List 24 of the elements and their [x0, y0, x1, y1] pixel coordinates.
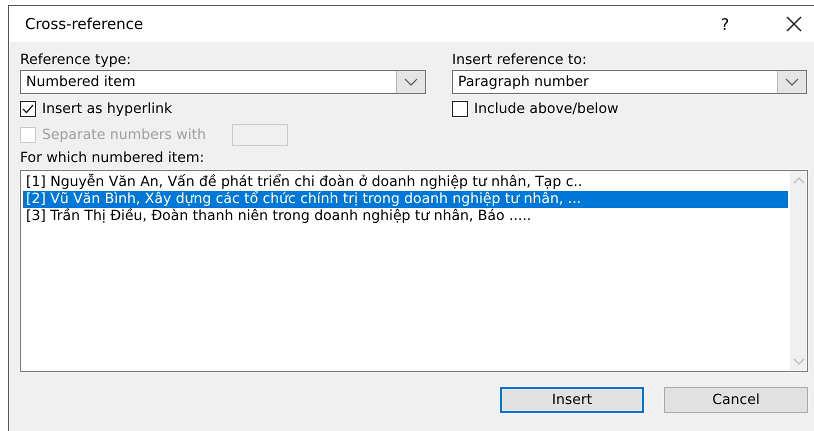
insert-reference-dropdown[interactable]: Paragraph number	[452, 70, 807, 94]
chevron-down-icon	[785, 78, 799, 86]
checkbox-label: Insert as hyperlink	[42, 101, 172, 117]
include-above-below-checkbox[interactable]	[452, 101, 468, 117]
list-item[interactable]: [3] Trần Thị Điều, Đoàn thanh niên trong doanh nghiệp tư nhân, Báo .....	[23, 208, 788, 225]
chevron-down-icon	[404, 78, 418, 86]
window-title: Cross-reference	[25, 15, 144, 33]
hyperlink-checkbox[interactable]	[20, 101, 36, 117]
field-label: Insert reference to:	[452, 51, 588, 70]
checkbox-label: Include above/below	[474, 101, 618, 117]
close-icon	[785, 15, 803, 33]
help-button[interactable]: ?	[710, 14, 740, 34]
scrollbar[interactable]	[790, 171, 807, 371]
reference-type-dropdown[interactable]: Numbered item	[20, 70, 426, 94]
scroll-down-icon[interactable]	[792, 358, 804, 365]
cancel-button[interactable]: Cancel	[664, 387, 808, 413]
list-item[interactable]: [2] Vũ Văn Bình, Xây dựng các tổ chức chính trị trong doanh nghiệp tư nhân, ...	[23, 191, 788, 208]
separator-field[interactable]	[232, 124, 288, 146]
list-label: For which numbered item:	[20, 149, 206, 168]
list-item[interactable]: [1] Nguyễn Văn An, Vấn đề phát triển chi đoàn ở doanh nghiệp tư nhân, Tạp c..	[23, 174, 788, 191]
insert-button[interactable]: Insert	[500, 387, 644, 413]
checkbox-label: Separate numbers with	[42, 127, 206, 143]
scroll-up-icon[interactable]	[792, 177, 804, 184]
field-label: Reference type:	[20, 51, 132, 70]
